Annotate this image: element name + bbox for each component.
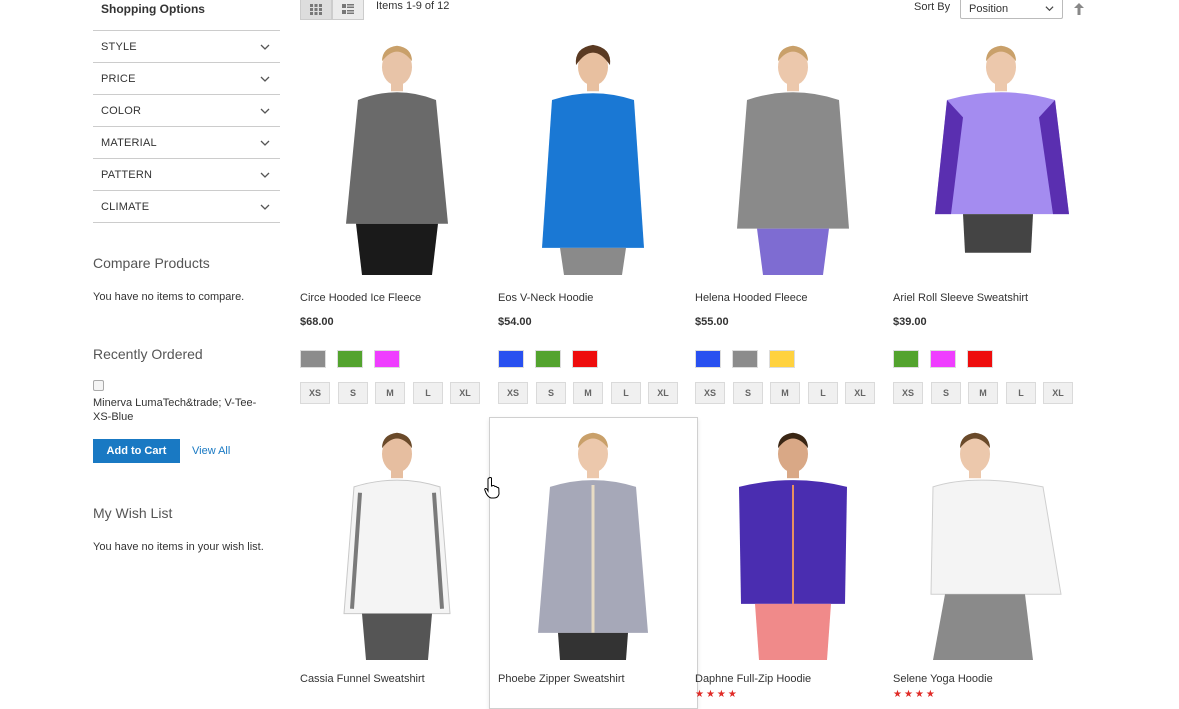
color-swatch-green[interactable] <box>893 350 919 368</box>
size-option-xs[interactable]: XS <box>893 382 923 404</box>
size-option-xs[interactable]: XS <box>498 382 528 404</box>
sort-by-label: Sort By <box>914 1 951 13</box>
items-count: Items 1-9 of 12 <box>376 0 450 12</box>
size-option-xl[interactable]: XL <box>1043 382 1073 404</box>
product-price: $39.00 <box>893 316 927 328</box>
filter-pattern[interactable]: PATTERN <box>93 159 280 191</box>
filter-label: PRICE <box>101 72 136 85</box>
chevron-down-icon <box>260 172 270 178</box>
hand-pointer-icon <box>484 477 500 499</box>
filter-material[interactable]: MATERIAL <box>93 127 280 159</box>
size-option-s[interactable]: S <box>931 382 961 404</box>
rating-stars: ★★★★ <box>893 689 937 700</box>
product-name[interactable]: Selene Yoga Hoodie <box>893 673 993 685</box>
product-name[interactable]: Phoebe Zipper Sweatshirt <box>498 673 625 685</box>
filter-label: STYLE <box>101 40 137 53</box>
wish-list-empty-text: You have no items in your wish list. <box>93 541 264 553</box>
arrow-up-icon[interactable] <box>1073 2 1085 16</box>
product-name[interactable]: Ariel Roll Sleeve Sweatshirt <box>893 292 1028 304</box>
product-name[interactable]: Circe Hooded Ice Fleece <box>300 292 421 304</box>
filter-label: PATTERN <box>101 168 153 181</box>
view-mode-switcher <box>300 0 364 20</box>
filter-style[interactable]: STYLE <box>93 31 280 63</box>
product-price: $54.00 <box>498 316 532 328</box>
grid-mode-button[interactable] <box>300 0 332 20</box>
color-swatch-red[interactable] <box>967 350 993 368</box>
size-option-m[interactable]: M <box>770 382 800 404</box>
product-photo[interactable] <box>498 40 688 275</box>
chevron-down-icon <box>260 76 270 82</box>
product-name[interactable]: Daphne Full-Zip Hoodie <box>695 673 811 685</box>
product-name[interactable]: Eos V-Neck Hoodie <box>498 292 593 304</box>
size-option-l[interactable]: L <box>611 382 641 404</box>
chevron-down-icon <box>260 140 270 146</box>
product-photo[interactable] <box>695 40 885 275</box>
color-swatch-purple[interactable] <box>374 350 400 368</box>
view-all-link[interactable]: View All <box>192 445 230 457</box>
recently-ordered-title: Recently Ordered <box>93 346 203 362</box>
size-option-s[interactable]: S <box>733 382 763 404</box>
chevron-down-icon <box>260 204 270 210</box>
color-swatch-green[interactable] <box>337 350 363 368</box>
filter-price[interactable]: PRICE <box>93 63 280 95</box>
size-option-s[interactable]: S <box>536 382 566 404</box>
size-option-m[interactable]: M <box>573 382 603 404</box>
chevron-down-icon <box>260 108 270 114</box>
size-option-xl[interactable]: XL <box>450 382 480 404</box>
product-photo[interactable] <box>300 425 490 660</box>
filter-list: STYLE PRICE COLOR MATERIAL PATTERN CLIMA… <box>93 30 280 223</box>
grid-icon <box>310 4 322 15</box>
color-swatch-purple[interactable] <box>930 350 956 368</box>
product-price: $55.00 <box>695 316 729 328</box>
product-photo[interactable] <box>498 425 688 660</box>
product-photo[interactable] <box>893 425 1083 660</box>
color-swatch-gray[interactable] <box>732 350 758 368</box>
size-option-xs[interactable]: XS <box>300 382 330 404</box>
filter-label: CLIMATE <box>101 200 150 213</box>
color-swatch-green[interactable] <box>535 350 561 368</box>
rating-stars: ★★★★ <box>695 689 739 700</box>
size-option-xl[interactable]: XL <box>845 382 875 404</box>
sort-value: Position <box>969 3 1009 15</box>
product-name[interactable]: Cassia Funnel Sweatshirt <box>300 673 425 685</box>
product-photo[interactable] <box>300 40 490 275</box>
size-option-m[interactable]: M <box>968 382 998 404</box>
size-option-m[interactable]: M <box>375 382 405 404</box>
size-option-l[interactable]: L <box>808 382 838 404</box>
compare-empty-text: You have no items to compare. <box>93 291 245 303</box>
compare-products-title: Compare Products <box>93 255 210 271</box>
recent-item-name[interactable]: Minerva LumaTech&trade; V-Tee-XS-Blue <box>93 396 273 424</box>
size-option-s[interactable]: S <box>338 382 368 404</box>
size-option-l[interactable]: L <box>1006 382 1036 404</box>
shopping-options-title: Shopping Options <box>101 2 205 16</box>
product-photo[interactable] <box>893 40 1083 275</box>
color-swatch-blue[interactable] <box>498 350 524 368</box>
color-swatch-red[interactable] <box>572 350 598 368</box>
size-option-xl[interactable]: XL <box>648 382 678 404</box>
list-mode-button[interactable] <box>332 0 364 20</box>
size-option-xs[interactable]: XS <box>695 382 725 404</box>
list-icon <box>342 4 354 14</box>
size-option-l[interactable]: L <box>413 382 443 404</box>
product-photo[interactable] <box>695 425 885 660</box>
color-swatch-yellow[interactable] <box>769 350 795 368</box>
product-price: $68.00 <box>300 316 334 328</box>
recent-item-checkbox[interactable] <box>93 380 104 391</box>
color-swatch-gray[interactable] <box>300 350 326 368</box>
product-name[interactable]: Helena Hooded Fleece <box>695 292 808 304</box>
sort-by-select[interactable]: Position <box>960 0 1063 19</box>
filter-label: COLOR <box>101 104 142 117</box>
filter-color[interactable]: COLOR <box>93 95 280 127</box>
wish-list-title: My Wish List <box>93 505 173 521</box>
filter-climate[interactable]: CLIMATE <box>93 191 280 223</box>
chevron-down-icon <box>260 44 270 50</box>
add-to-cart-button[interactable]: Add to Cart <box>93 439 180 463</box>
chevron-down-icon <box>1045 6 1054 12</box>
filter-label: MATERIAL <box>101 136 157 149</box>
color-swatch-blue[interactable] <box>695 350 721 368</box>
